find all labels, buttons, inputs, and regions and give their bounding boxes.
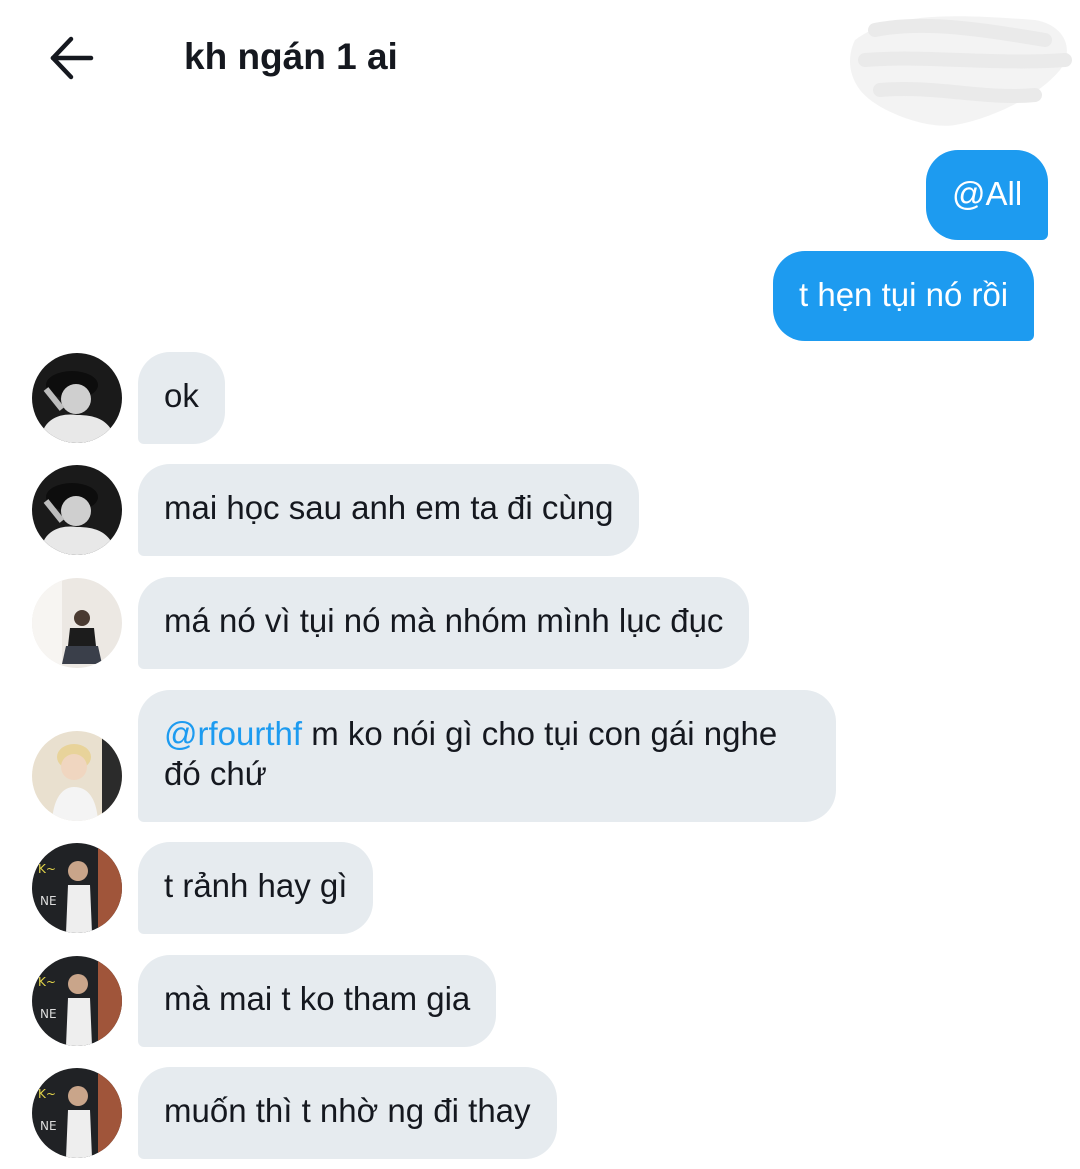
avatar-neon-sign-person[interactable]: K~ NE bbox=[32, 843, 122, 933]
incoming-message[interactable]: mai học sau anh em ta đi cùng bbox=[138, 464, 640, 556]
avatar-blond-person[interactable] bbox=[32, 731, 122, 821]
svg-text:NE: NE bbox=[40, 1119, 57, 1133]
svg-text:NE: NE bbox=[40, 894, 57, 908]
svg-text:NE: NE bbox=[40, 1007, 57, 1021]
message-text: t hẹn tụi nó rồi bbox=[799, 276, 1009, 313]
incoming-message[interactable]: mà mai t ko tham gia bbox=[138, 955, 497, 1047]
conversation-header: kh ngán 1 ai bbox=[0, 0, 1080, 126]
incoming-message[interactable]: t rảnh hay gì bbox=[138, 842, 374, 934]
outgoing-message[interactable]: t hẹn tụi nó rồi bbox=[773, 251, 1035, 341]
incoming-message[interactable]: muốn thì t nhờ ng đi thay bbox=[138, 1067, 557, 1159]
message-text: mà mai t ko tham gia bbox=[164, 980, 471, 1017]
message-text: @All bbox=[952, 175, 1023, 212]
incoming-message[interactable]: @rfourthf m ko nói gì cho tụi con gái ng… bbox=[138, 690, 836, 822]
svg-text:K~: K~ bbox=[38, 862, 56, 876]
incoming-message[interactable]: má nó vì tụi nó mà nhóm mình lục đục bbox=[138, 577, 750, 669]
avatar-sitting-person[interactable] bbox=[32, 578, 122, 668]
message-text: ok bbox=[164, 377, 199, 414]
avatar-cap-person-bw[interactable] bbox=[32, 465, 122, 555]
user-mention[interactable]: @rfourthf bbox=[164, 715, 302, 752]
redaction-scribble bbox=[835, 0, 1080, 140]
incoming-message[interactable]: ok bbox=[138, 352, 225, 444]
outgoing-message[interactable]: @All bbox=[926, 150, 1049, 240]
message-text: muốn thì t nhờ ng đi thay bbox=[164, 1092, 531, 1129]
message-text: má nó vì tụi nó mà nhóm mình lục đục bbox=[164, 602, 724, 639]
conversation-title[interactable]: kh ngán 1 ai bbox=[184, 33, 398, 81]
message-text: t rảnh hay gì bbox=[164, 867, 348, 904]
svg-text:K~: K~ bbox=[38, 975, 56, 989]
avatar-neon-sign-person[interactable]: K~ NE bbox=[32, 956, 122, 1046]
avatar-neon-sign-person[interactable]: K~ NE bbox=[32, 1068, 122, 1158]
message-text: mai học sau anh em ta đi cùng bbox=[164, 489, 614, 526]
back-arrow-icon[interactable] bbox=[44, 30, 100, 86]
avatar-cap-person-bw[interactable] bbox=[32, 353, 122, 443]
svg-text:K~: K~ bbox=[38, 1087, 56, 1101]
